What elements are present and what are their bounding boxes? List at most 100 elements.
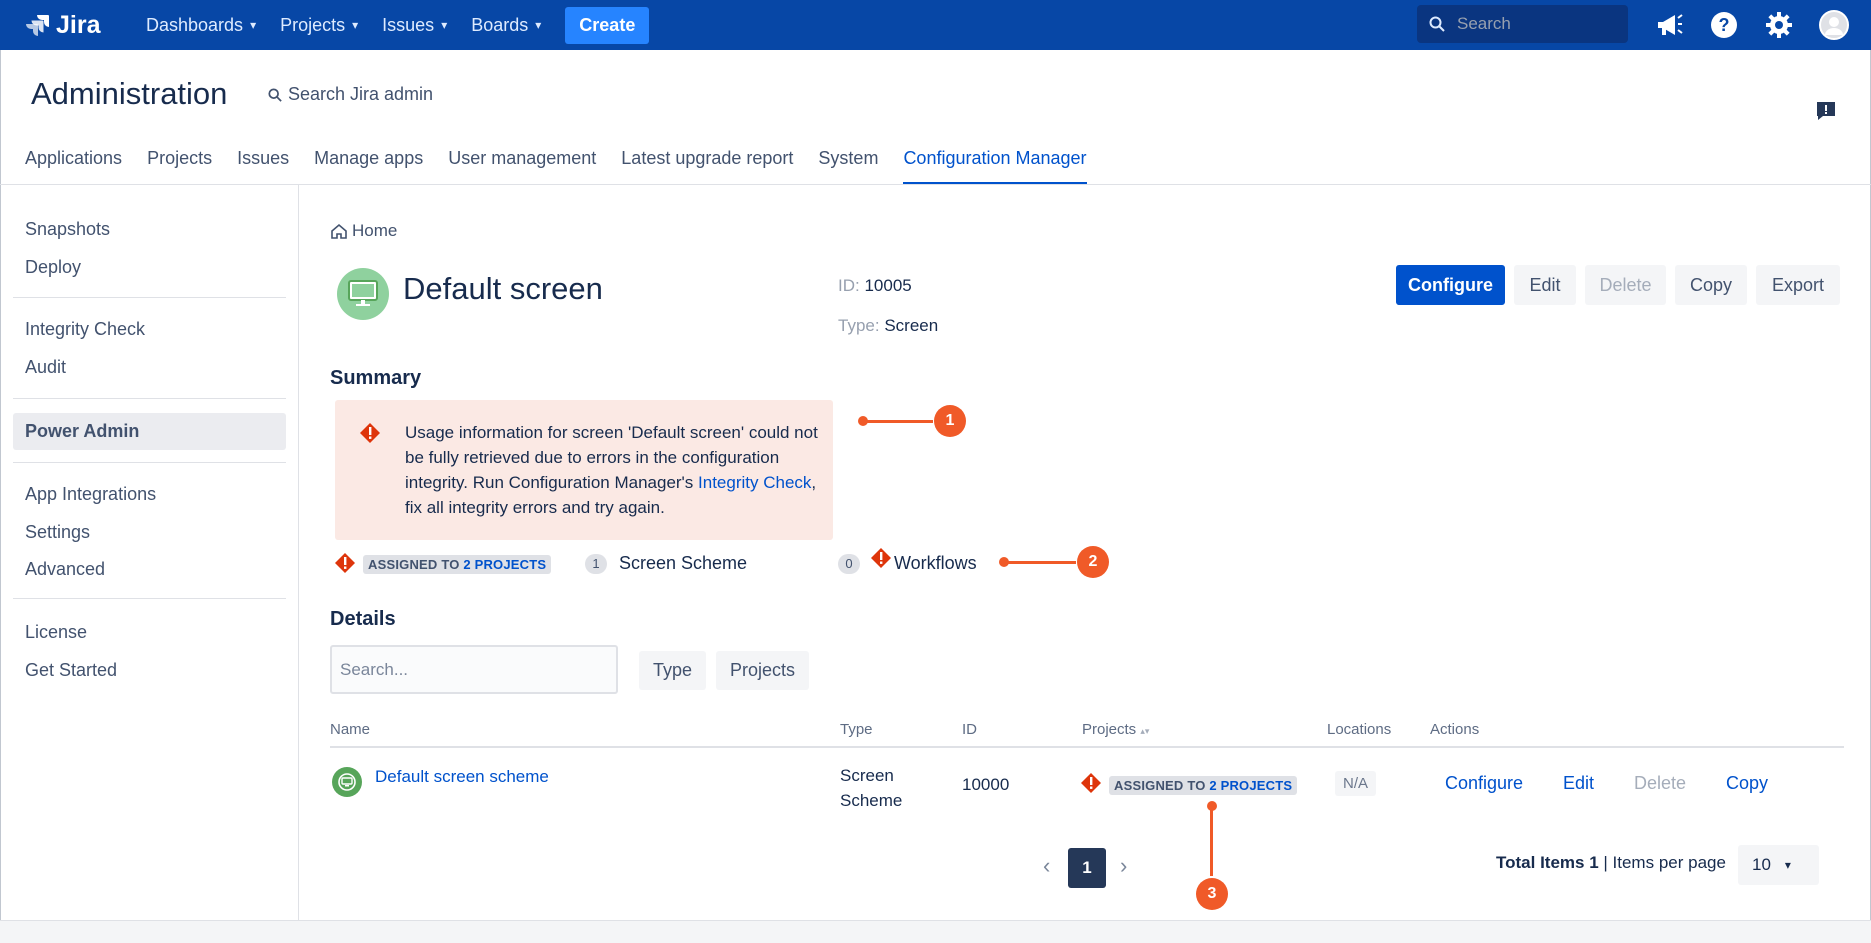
global-search[interactable] <box>1417 5 1628 43</box>
total-items-label: Total Items 1 <box>1496 853 1599 872</box>
projects-filter-button[interactable]: Projects <box>716 651 810 690</box>
column-header-id: ID <box>962 721 977 738</box>
home-icon <box>331 223 347 239</box>
breadcrumb-home: Home <box>352 221 398 240</box>
sidebar-divider <box>13 297 286 298</box>
meta-type-label: Type: <box>838 316 880 335</box>
details-search-input[interactable] <box>330 645 618 694</box>
table-header-divider <box>330 746 1844 748</box>
sidebar-item-audit[interactable]: Audit <box>25 357 66 378</box>
chevron-down-icon: ▾ <box>352 18 359 32</box>
row-name-link[interactable]: Default screen scheme <box>375 767 549 787</box>
tab-projects[interactable]: Projects <box>147 148 212 184</box>
items-per-page-label: | Items per page <box>1603 853 1726 872</box>
sidebar: Snapshots Deploy Integrity Check Audit P… <box>0 185 299 920</box>
error-icon <box>335 553 355 573</box>
screen-scheme-label[interactable]: Screen Scheme <box>619 553 747 574</box>
announcement-icon[interactable] <box>1654 10 1684 40</box>
pagination-page[interactable]: 1 <box>1068 848 1106 888</box>
tab-manage-apps[interactable]: Manage apps <box>314 148 423 184</box>
delete-button[interactable]: Delete <box>1585 265 1666 305</box>
column-header-locations: Locations <box>1327 721 1392 738</box>
sidebar-item-advanced[interactable]: Advanced <box>25 559 105 580</box>
screen-title: Default screen <box>403 271 603 306</box>
sidebar-item-power-admin[interactable]: Power Admin <box>13 413 286 450</box>
create-button[interactable]: Create <box>565 6 650 44</box>
row-type: Screen Scheme <box>840 763 902 813</box>
row-assigned-projects-link[interactable]: 2 PROJECTS <box>1209 778 1292 793</box>
row-edit-link[interactable]: Edit <box>1563 773 1594 794</box>
items-per-page-value: 10 <box>1752 855 1771 874</box>
nav-projects[interactable]: Projects ▾ <box>280 15 358 36</box>
breadcrumb[interactable]: Home <box>330 221 397 241</box>
jira-logo[interactable]: Jira <box>26 10 100 40</box>
screen-scheme-icon <box>332 767 362 797</box>
pagination-prev-icon[interactable]: ‹ <box>1043 853 1050 879</box>
column-header-name: Name <box>330 721 371 738</box>
edit-button[interactable]: Edit <box>1514 265 1576 305</box>
column-header-actions: Actions <box>1430 721 1480 738</box>
row-id: 10000 <box>962 775 1010 794</box>
row-assigned-prefix: ASSIGNED TO <box>1114 778 1210 793</box>
nav-dashboards[interactable]: Dashboards ▾ <box>146 15 256 36</box>
settings-gear-icon[interactable] <box>1764 10 1794 40</box>
row-delete-link[interactable]: Delete <box>1634 773 1686 794</box>
sidebar-divider <box>13 398 286 399</box>
meta-type-value: Screen <box>884 316 939 335</box>
sidebar-divider <box>13 598 286 599</box>
pagination-next-icon[interactable]: › <box>1120 853 1127 879</box>
column-header-projects[interactable]: Projects ▴▾ <box>1082 721 1149 738</box>
tab-system[interactable]: System <box>818 148 878 184</box>
workflows-label[interactable]: Workflows <box>894 553 977 574</box>
row-copy-link[interactable]: Copy <box>1726 773 1768 794</box>
user-avatar[interactable] <box>1819 10 1849 40</box>
items-per-page-select[interactable]: 10 ▾ <box>1738 845 1819 885</box>
assigned-projects-link[interactable]: 2 PROJECTS <box>463 557 546 572</box>
logo-text: Jira <box>56 10 101 39</box>
warning-message: Usage information for screen 'Default sc… <box>405 420 820 520</box>
callout-2-badge: 2 <box>1077 546 1109 578</box>
nav-label: Projects <box>280 14 346 35</box>
sidebar-item-deploy[interactable]: Deploy <box>25 257 81 278</box>
tab-applications[interactable]: Applications <box>25 148 122 184</box>
sidebar-item-app-integrations[interactable]: App Integrations <box>25 484 156 505</box>
callout-1-line <box>863 420 933 423</box>
tab-user-management[interactable]: User management <box>448 148 596 184</box>
integrity-warning-banner: Usage information for screen 'Default sc… <box>335 400 833 540</box>
sidebar-item-get-started[interactable]: Get Started <box>25 660 117 681</box>
sidebar-item-license[interactable]: License <box>25 622 87 643</box>
tab-latest-upgrade-report[interactable]: Latest upgrade report <box>621 148 793 184</box>
sidebar-item-settings[interactable]: Settings <box>25 522 90 543</box>
sidebar-item-snapshots[interactable]: Snapshots <box>25 219 110 240</box>
global-search-input[interactable] <box>1455 13 1615 35</box>
tab-configuration-manager[interactable]: Configuration Manager <box>903 148 1087 184</box>
row-configure-link[interactable]: Configure <box>1445 773 1523 794</box>
sidebar-item-integrity-check[interactable]: Integrity Check <box>25 319 145 340</box>
meta-id: ID: 10005 <box>838 276 912 296</box>
feedback-icon[interactable] <box>1815 100 1837 127</box>
row-type-line2: Scheme <box>840 791 903 810</box>
nav-issues[interactable]: Issues ▾ <box>382 15 447 36</box>
help-icon[interactable]: ? <box>1709 10 1739 40</box>
callout-2-line <box>1004 561 1076 564</box>
column-header-projects-label: Projects <box>1082 721 1137 738</box>
tab-issues[interactable]: Issues <box>237 148 289 184</box>
search-jira-admin-label: Search Jira admin <box>288 84 434 104</box>
callout-3-line <box>1210 806 1213 876</box>
export-button[interactable]: Export <box>1756 265 1840 305</box>
row-type-line1: Screen <box>840 766 894 785</box>
monitor-icon <box>348 280 378 306</box>
chevron-down-icon: ▾ <box>1784 858 1791 872</box>
configure-button[interactable]: Configure <box>1396 265 1505 305</box>
error-icon <box>1081 773 1101 793</box>
page-title: Administration <box>31 76 228 111</box>
chevron-down-icon: ▾ <box>250 18 257 32</box>
search-jira-admin[interactable]: Search Jira admin <box>268 84 433 105</box>
nav-boards[interactable]: Boards ▾ <box>471 15 541 36</box>
svg-text:?: ? <box>1719 15 1730 35</box>
copy-button[interactable]: Copy <box>1675 265 1747 305</box>
chevron-down-icon: ▾ <box>535 18 542 32</box>
type-filter-button[interactable]: Type <box>639 651 707 690</box>
sidebar-divider <box>13 462 286 463</box>
integrity-check-link[interactable]: Integrity Check <box>698 473 811 492</box>
